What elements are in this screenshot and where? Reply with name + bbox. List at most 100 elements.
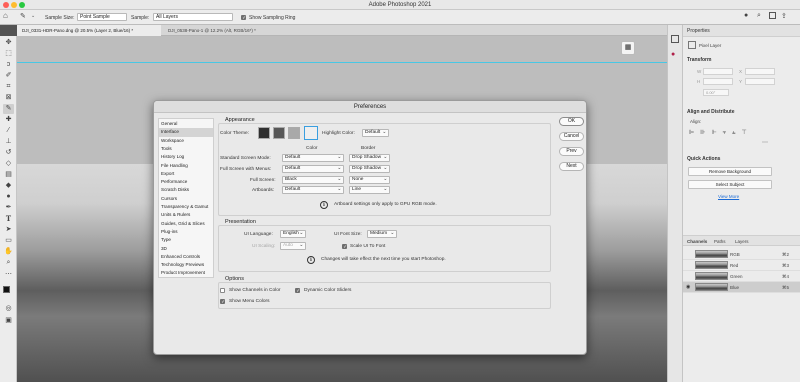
channel-row-red[interactable]: Red ⌘3 bbox=[683, 260, 800, 271]
nav-item-units-rulers[interactable]: Units & Rulers bbox=[159, 211, 213, 219]
x-field[interactable] bbox=[745, 68, 775, 75]
blur-tool-icon[interactable]: ◆ bbox=[3, 181, 14, 191]
artboard-tool-icon[interactable]: ⬚ bbox=[3, 49, 14, 59]
tab-properties[interactable]: Properties bbox=[687, 28, 710, 34]
tab-layers[interactable]: Layers bbox=[735, 239, 749, 244]
nav-item-plug-ins[interactable]: Plug-ins bbox=[159, 228, 213, 236]
type-tool-icon[interactable]: T bbox=[3, 214, 14, 224]
healing-brush-tool-icon[interactable]: ✚ bbox=[3, 115, 14, 125]
remove-background-button[interactable]: Remove Background bbox=[688, 167, 772, 176]
prev-button[interactable]: Prev bbox=[559, 147, 584, 156]
tab-paths[interactable]: Paths bbox=[714, 239, 726, 244]
nav-item-product-improvement[interactable]: Product Improvement bbox=[159, 269, 213, 277]
nav-item-type[interactable]: Type bbox=[159, 236, 213, 244]
nav-item-performance[interactable]: Performance bbox=[159, 178, 213, 186]
frame-tool-icon[interactable]: ⊠ bbox=[3, 93, 14, 103]
channel-row-rgb[interactable]: RGB ⌘2 bbox=[683, 249, 800, 260]
nav-item-general[interactable]: General bbox=[159, 120, 213, 128]
ui-language-select[interactable]: English bbox=[280, 230, 306, 238]
tab-dji-0538[interactable]: DJI_0538-Pano-1 @ 12.2% (Alt, RGB/16*) * bbox=[163, 25, 303, 36]
transform-heading[interactable]: Transform bbox=[687, 57, 711, 63]
history-panel-icon[interactable] bbox=[671, 35, 679, 43]
more-tools-icon[interactable]: ⋯ bbox=[3, 270, 14, 280]
nav-item-workspace[interactable]: Workspace bbox=[159, 137, 213, 145]
standard-screen-border-select[interactable]: Drop Shadow bbox=[349, 154, 390, 162]
sample-size-select[interactable]: Point Sample bbox=[77, 13, 127, 21]
next-button[interactable]: Next bbox=[559, 162, 584, 171]
theme-swatch-light[interactable] bbox=[304, 126, 318, 140]
nav-item-export[interactable]: Export bbox=[159, 170, 213, 178]
artboards-border-select[interactable]: Line bbox=[349, 186, 390, 194]
height-field[interactable] bbox=[703, 78, 733, 85]
channel-row-green[interactable]: Green ⌘4 bbox=[683, 271, 800, 282]
nav-item-technology-previews[interactable]: Technology Previews bbox=[159, 261, 213, 269]
more-options-icon[interactable]: ⋯ bbox=[762, 139, 768, 146]
visibility-eye-icon[interactable]: ◉ bbox=[686, 284, 690, 290]
tab-channels[interactable]: Channels bbox=[687, 239, 707, 244]
full-screen-menus-border-select[interactable]: Drop Shadow bbox=[349, 165, 390, 173]
nav-item-enhanced-controls[interactable]: Enhanced Controls bbox=[159, 253, 213, 261]
eyedropper-tool-icon[interactable]: ✎ bbox=[3, 104, 14, 114]
show-menu-colors-checkbox[interactable] bbox=[220, 299, 225, 305]
nav-item-file-handling[interactable]: File Handling bbox=[159, 162, 213, 170]
nav-item-transparency-gamut[interactable]: Transparency & Gamut bbox=[159, 203, 213, 211]
path-selection-tool-icon[interactable]: ➤ bbox=[3, 225, 14, 235]
eraser-tool-icon[interactable]: ◇ bbox=[3, 159, 14, 169]
artboards-color-select[interactable]: Default bbox=[282, 186, 344, 194]
lasso-tool-icon[interactable]: ↄ bbox=[3, 60, 14, 70]
nav-item-guides-grid-slices[interactable]: Guides, Grid & Slices bbox=[159, 220, 213, 228]
nav-item-history-log[interactable]: History Log bbox=[159, 153, 213, 161]
zoom-tool-icon[interactable]: ⌕ bbox=[3, 258, 14, 268]
screen-mode-icon[interactable]: ▣ bbox=[3, 316, 14, 326]
show-channels-in-color-checkbox[interactable] bbox=[220, 288, 225, 293]
dynamic-color-sliders-checkbox[interactable] bbox=[295, 288, 300, 294]
nav-item-interface[interactable]: Interface bbox=[159, 128, 213, 137]
pen-tool-icon[interactable]: ✒ bbox=[3, 203, 14, 213]
width-field[interactable] bbox=[703, 68, 733, 75]
full-screen-border-select[interactable]: None bbox=[349, 176, 390, 184]
select-subject-button[interactable]: Select Subject bbox=[688, 180, 772, 189]
angle-field[interactable]: 0.00° bbox=[703, 89, 729, 96]
crop-tool-icon[interactable]: ⌗ bbox=[3, 82, 14, 92]
move-tool-icon[interactable]: ✥ bbox=[3, 38, 14, 48]
align-icons[interactable]: ⊫⊪⊩⫧⫨⊤ bbox=[689, 129, 753, 137]
highlight-color-select[interactable]: Default bbox=[362, 129, 389, 137]
ui-scaling-select[interactable]: Auto bbox=[280, 242, 306, 250]
nav-item-cursors[interactable]: Cursors bbox=[159, 195, 213, 203]
channel-row-blue[interactable]: ◉ Blue ⌘5 bbox=[683, 282, 800, 293]
home-icon[interactable]: ⌂ bbox=[3, 11, 8, 20]
workspace-icon[interactable] bbox=[769, 12, 776, 19]
eyedropper-tool-preset-icon[interactable]: ✎ bbox=[20, 12, 26, 20]
quick-selection-tool-icon[interactable]: ✐ bbox=[3, 71, 14, 81]
rectangle-tool-icon[interactable]: ▭ bbox=[3, 236, 14, 246]
brush-tool-icon[interactable]: ⁄ bbox=[3, 126, 14, 136]
full-screen-menus-color-select[interactable]: Default bbox=[282, 165, 344, 173]
quick-actions-heading[interactable]: Quick Actions bbox=[687, 156, 720, 162]
y-field[interactable] bbox=[745, 78, 775, 85]
clone-stamp-tool-icon[interactable]: ⊥ bbox=[3, 137, 14, 147]
history-brush-tool-icon[interactable]: ↺ bbox=[3, 148, 14, 158]
share-icon[interactable]: ⇪ bbox=[781, 12, 787, 20]
sample-select[interactable]: All Layers bbox=[153, 13, 233, 21]
libraries-panel-icon[interactable]: ● bbox=[671, 51, 675, 58]
tab-dji-0331[interactable]: DJI_0331-HDR-Pano.dng @ 20.5% (Layer 2, … bbox=[17, 25, 161, 36]
ui-font-size-select[interactable]: Medium bbox=[367, 230, 397, 238]
show-sampling-ring-checkbox[interactable] bbox=[241, 15, 246, 21]
hand-tool-icon[interactable]: ✋ bbox=[3, 247, 14, 257]
theme-swatch-darkest[interactable] bbox=[258, 127, 270, 139]
nav-item-scratch-disks[interactable]: Scratch Disks bbox=[159, 186, 213, 194]
dodge-tool-icon[interactable]: ● bbox=[3, 192, 14, 202]
align-distribute-heading[interactable]: Align and Distribute bbox=[687, 109, 735, 115]
theme-swatch-dark[interactable] bbox=[273, 127, 285, 139]
quick-mask-icon[interactable]: ◎ bbox=[3, 304, 14, 314]
search-icon[interactable]: ⌕ bbox=[757, 12, 761, 20]
account-icon[interactable]: ● bbox=[744, 12, 748, 19]
nav-item-tools[interactable]: Tools bbox=[159, 145, 213, 153]
full-screen-color-select[interactable]: Black bbox=[282, 176, 344, 184]
nav-item-3d[interactable]: 3D bbox=[159, 245, 213, 253]
scale-ui-to-font-checkbox[interactable] bbox=[342, 244, 347, 250]
gradient-tool-icon[interactable]: ▤ bbox=[3, 170, 14, 180]
view-more-link[interactable]: View More bbox=[718, 194, 739, 199]
theme-swatch-medium[interactable] bbox=[288, 127, 300, 139]
cancel-button[interactable]: Cancel bbox=[559, 132, 584, 141]
